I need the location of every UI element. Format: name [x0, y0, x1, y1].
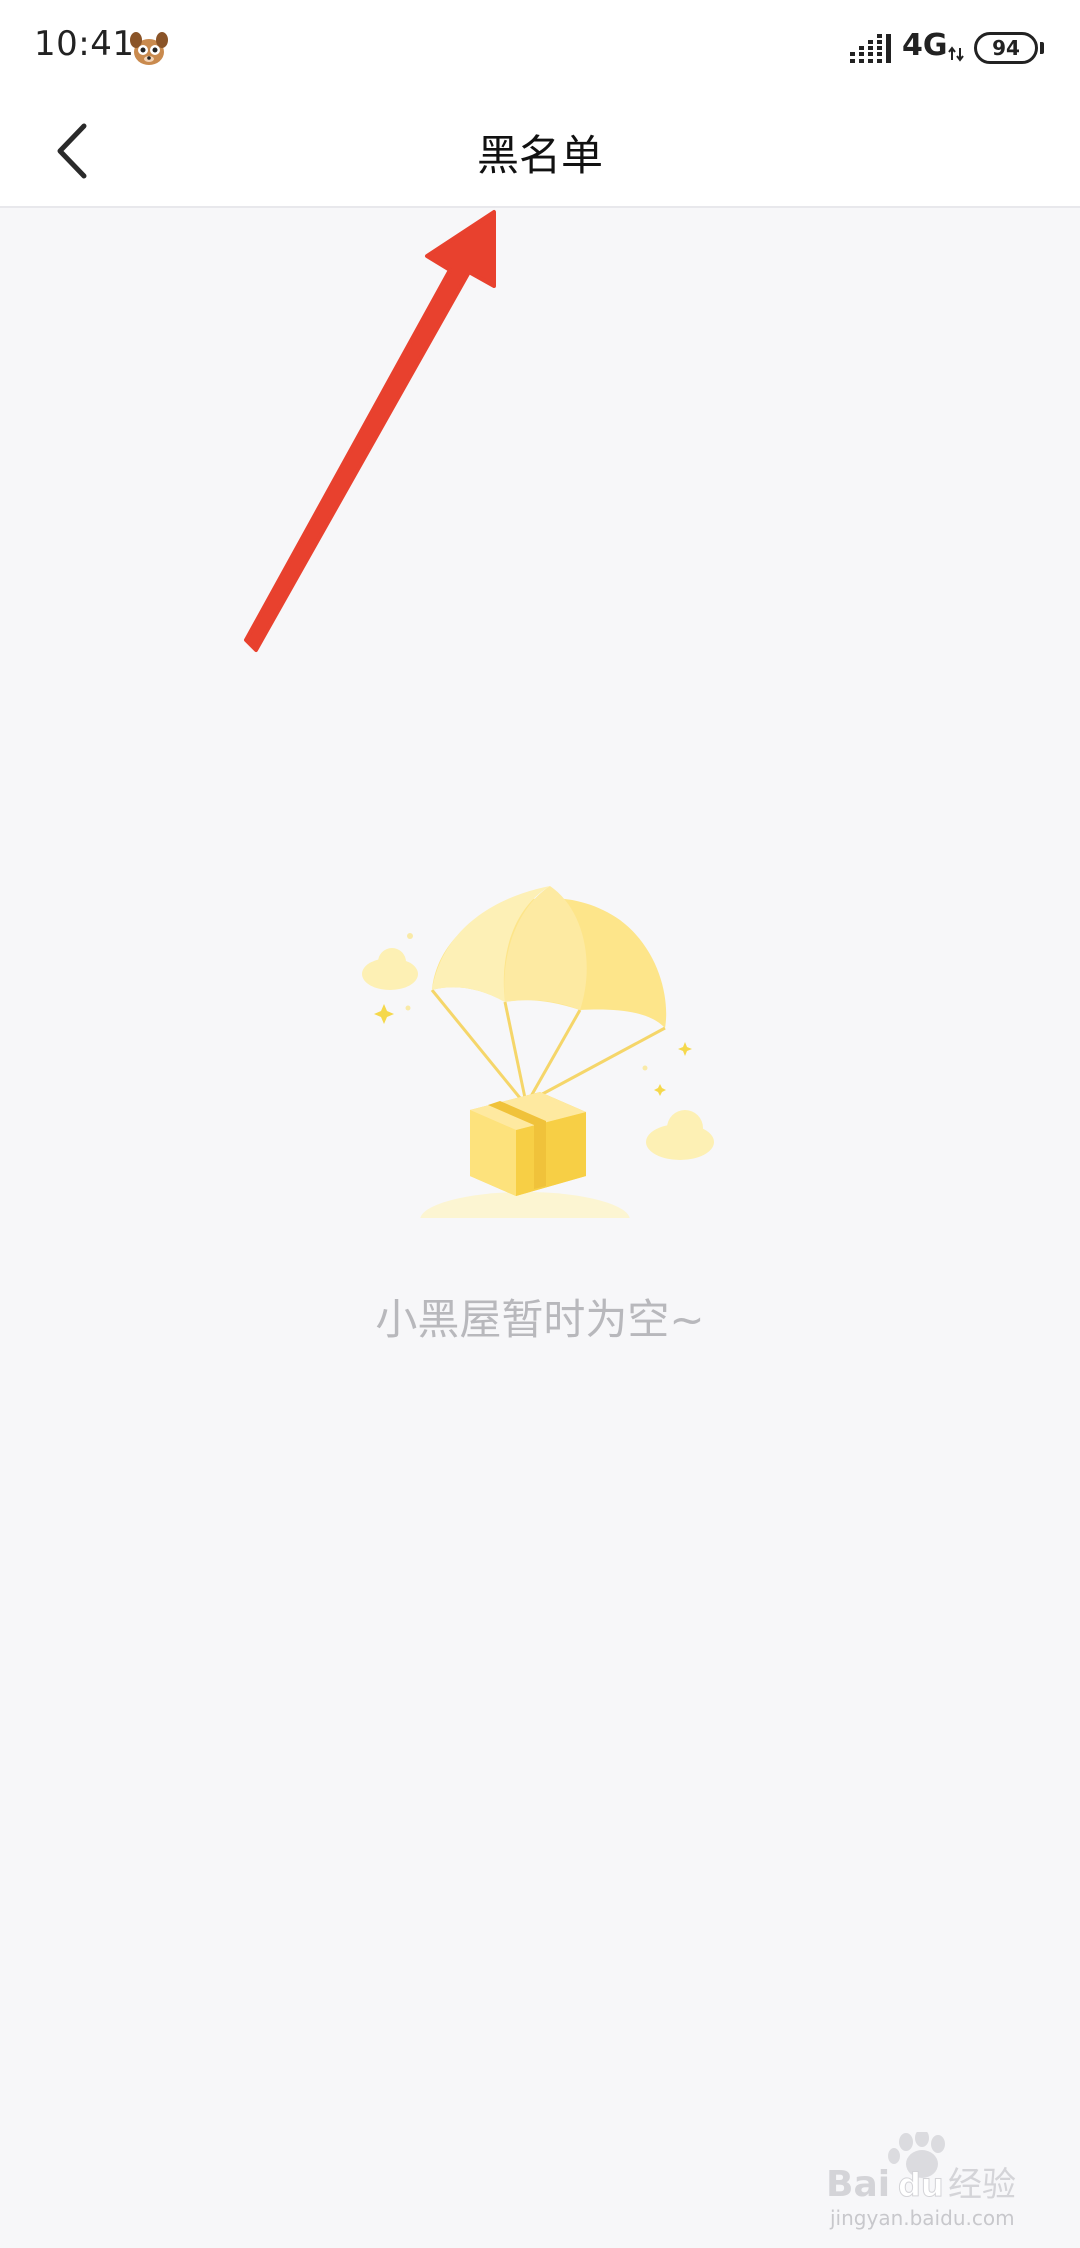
- svg-text:Bai: Bai: [826, 2164, 890, 2204]
- status-bar: 10:41 4G 94: [0, 0, 1080, 96]
- watermark-url: jingyan.baidu.com: [830, 2206, 1015, 2230]
- empty-state-message: 小黑屋暂时为空~: [375, 1295, 705, 1344]
- parachute-gift-icon: [362, 886, 714, 1240]
- battery-level: 94: [992, 36, 1020, 60]
- signal-icon: [850, 34, 891, 63]
- app-header: 黑名单: [0, 96, 1080, 208]
- data-arrows-icon: [948, 46, 964, 62]
- svg-text:经验: 经验: [948, 2165, 1016, 2204]
- page-title: 黑名单: [476, 131, 603, 180]
- dog-avatar-icon: [130, 32, 168, 65]
- battery-icon: 94: [974, 32, 1038, 64]
- battery-tip: [1040, 42, 1044, 54]
- baidu-watermark-logo: Bai du 经验: [826, 2132, 1016, 2204]
- network-type: 4G: [902, 28, 948, 63]
- status-time: 10:41: [34, 24, 135, 64]
- svg-text:du: du: [898, 2166, 944, 2204]
